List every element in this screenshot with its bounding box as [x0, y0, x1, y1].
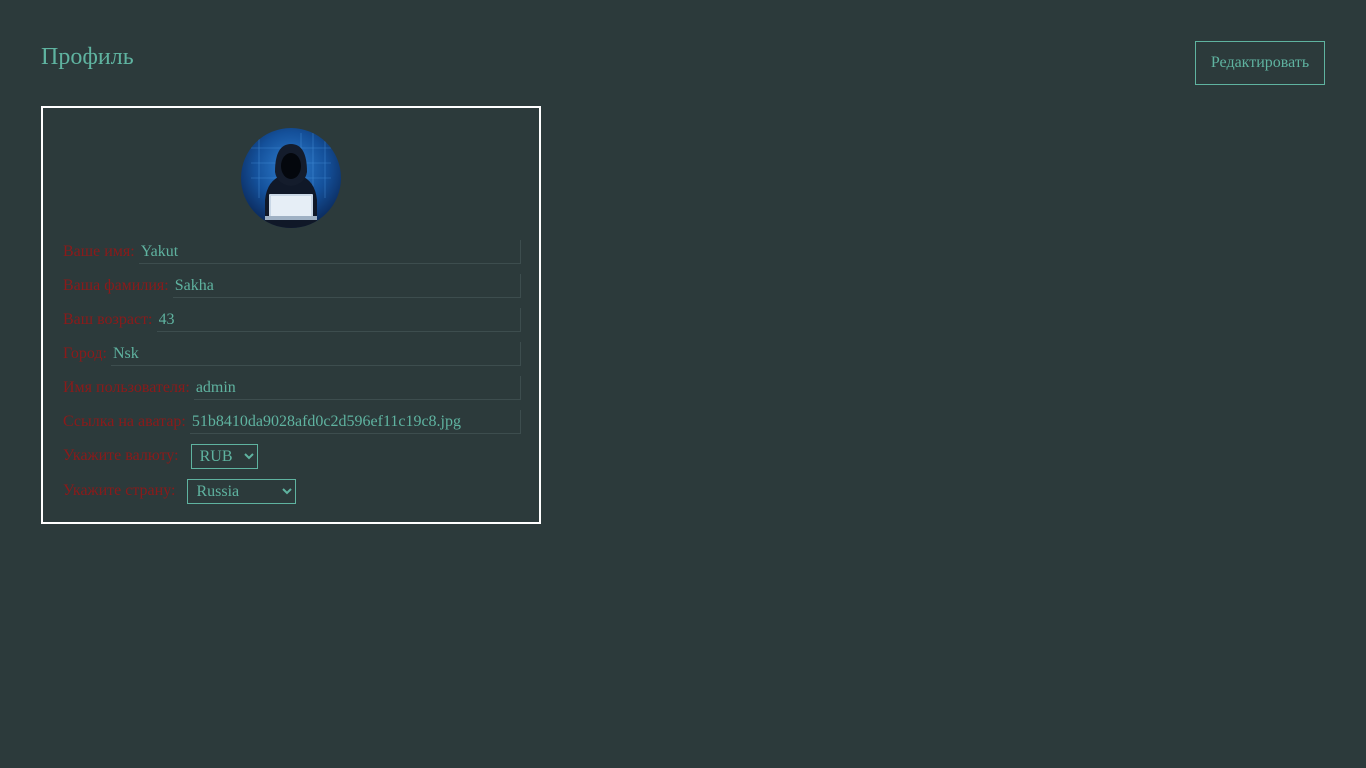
profile-card: Ваше имя: Ваша фамилия: Ваш возраст: Гор… [41, 106, 541, 524]
first-name-label: Ваше имя: [63, 243, 135, 260]
country-label: Укажите страну: [63, 482, 176, 499]
last-name-row: Ваша фамилия: [63, 274, 521, 298]
page-title: Профиль [41, 44, 134, 70]
hooded-hacker-icon [241, 128, 341, 228]
avatar [241, 128, 341, 228]
country-row: Укажите страну: Russia [63, 478, 297, 504]
username-field[interactable] [193, 376, 521, 400]
edit-button[interactable]: Редактировать [1195, 41, 1325, 85]
username-row: Имя пользователя: [63, 376, 521, 400]
avatar-link-row: Ссылка на аватар: [63, 410, 521, 434]
age-row: Ваш возраст: [63, 308, 521, 332]
first-name-row: Ваше имя: [63, 240, 521, 264]
city-row: Город: [63, 342, 521, 366]
avatar-link-field[interactable] [189, 410, 521, 434]
username-label: Имя пользователя: [63, 379, 190, 396]
currency-label: Укажите валюту: [63, 447, 179, 464]
currency-select[interactable]: RUB [190, 443, 258, 469]
first-name-field[interactable] [138, 240, 521, 264]
last-name-field[interactable] [172, 274, 521, 298]
profile-page: Профиль Редактировать Ваше имя: Yakut Ва… [0, 0, 1366, 768]
city-field[interactable] [110, 342, 521, 366]
city-label: Город: [63, 345, 107, 362]
avatar-link-label: Ссылка на аватар: [63, 413, 186, 430]
age-field[interactable] [156, 308, 521, 332]
age-label: Ваш возраст: [63, 311, 153, 328]
last-name-label: Ваша фамилия: [63, 277, 169, 294]
currency-row: Укажите валюту: RUB [63, 443, 258, 469]
country-select[interactable]: Russia [187, 478, 297, 504]
